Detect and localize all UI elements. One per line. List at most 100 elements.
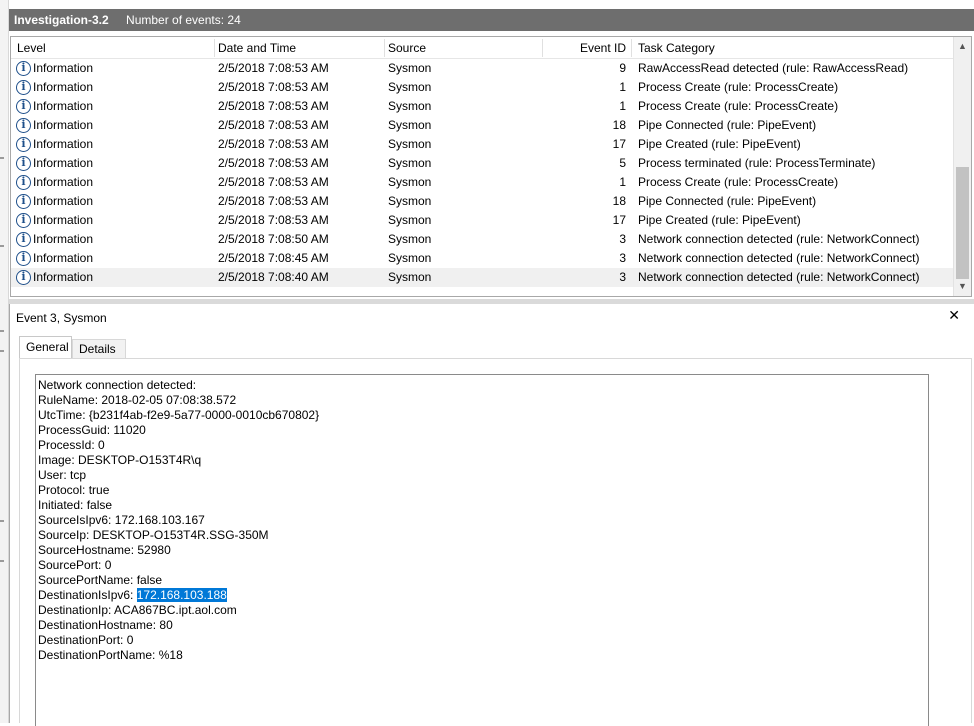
description-text: Initiated: false [38,498,113,512]
event-task-category: Process terminated (rule: ProcessTermina… [638,156,876,170]
event-level: Information [33,251,94,265]
edge-tick [0,330,4,332]
description-text: ProcessId: 0 [38,438,105,452]
event-task-category: Process Create (rule: ProcessCreate) [638,99,839,113]
list-scrollbar[interactable]: ▲ ▼ [953,37,971,296]
event-date: 2/5/2018 7:08:53 AM [218,137,329,151]
description-line: SourceIp: DESKTOP-O153T4R.SSG-350M [38,528,926,543]
log-title: Investigation-3.2 [14,13,109,27]
event-row[interactable]: i Information 2/5/2018 7:08:40 AM Sysmon 3 Ne… [11,268,953,287]
description-text: DestinationIsIpv6: [38,588,137,602]
event-detail-pane: Event 3, Sysmon ✕ General Details Networ… [9,304,974,726]
event-source: Sysmon [388,232,432,246]
event-task-category: Network connection detected (rule: Netwo… [638,251,920,265]
event-description-text[interactable]: Network connection detected: RuleName: 20… [35,374,929,726]
event-row[interactable]: i Information 2/5/2018 7:08:53 AM Sysmon 18 P… [11,116,953,135]
event-date: 2/5/2018 7:08:53 AM [218,80,329,94]
column-header-level[interactable]: Level [17,37,46,59]
event-row[interactable]: i Information 2/5/2018 7:08:53 AM Sysmon 17 P… [11,135,953,154]
event-row[interactable]: i Information 2/5/2018 7:08:53 AM Sysmon 1 Pr… [11,173,953,192]
event-source: Sysmon [388,213,432,227]
description-text: Image: DESKTOP-O153T4R\q [38,453,202,467]
event-level: Information [33,99,94,113]
column-header-source[interactable]: Source [388,37,426,59]
event-date: 2/5/2018 7:08:53 AM [218,61,329,75]
tab-general[interactable]: General [19,336,72,359]
information-icon: i [16,251,31,266]
description-text: SourcePortName: false [38,573,163,587]
information-icon: i [16,99,31,114]
event-level: Information [33,118,94,132]
description-text: SourceIp: DESKTOP-O153T4R.SSG-350M [38,528,269,542]
event-row[interactable]: i Information 2/5/2018 7:08:53 AM Sysmon 18 P… [11,192,953,211]
edge-tick [0,560,4,562]
description-text: Network connection detected: [38,378,197,392]
event-source: Sysmon [388,61,432,75]
column-separator[interactable] [214,39,215,57]
column-separator[interactable] [384,39,385,57]
event-date: 2/5/2018 7:08:53 AM [218,194,329,208]
column-separator[interactable] [631,39,632,57]
description-line: SourcePort: 0 [38,558,926,573]
edge-tick [0,520,4,522]
scroll-thumb[interactable] [956,167,969,279]
description-line: SourceHostname: 52980 [38,543,926,558]
event-source: Sysmon [388,175,432,189]
event-date: 2/5/2018 7:08:53 AM [218,99,329,113]
information-icon: i [16,137,31,152]
event-source: Sysmon [388,156,432,170]
event-date: 2/5/2018 7:08:45 AM [218,251,329,265]
column-header-event-id[interactable]: Event ID [543,37,626,59]
description-text: UtcTime: {b231f4ab-f2e9-5a77-0000-0010cb… [38,408,320,422]
information-icon: i [16,213,31,228]
event-task-category: Pipe Connected (rule: PipeEvent) [638,194,817,208]
column-header-task-category[interactable]: Task Category [638,37,715,59]
information-icon: i [16,80,31,95]
event-task-category: Process Create (rule: ProcessCreate) [638,80,839,94]
tab-details[interactable]: Details [72,339,126,359]
left-window-edge [0,0,9,723]
event-row[interactable]: i Information 2/5/2018 7:08:53 AM Sysmon 17 P… [11,211,953,230]
information-icon: i [16,175,31,190]
description-text: ProcessGuid: 11020 [38,423,146,437]
event-row[interactable]: i Information 2/5/2018 7:08:53 AM Sysmon 5 Pr… [11,154,953,173]
event-row[interactable]: i Information 2/5/2018 7:08:45 AM Sysmon 3 Ne… [11,249,953,268]
event-source: Sysmon [388,270,432,284]
chevron-up-icon[interactable]: ▲ [954,38,971,55]
information-icon: i [16,232,31,247]
event-source: Sysmon [388,80,432,94]
event-date: 2/5/2018 7:08:53 AM [218,118,329,132]
event-row[interactable]: i Information 2/5/2018 7:08:53 AM Sysmon 9 Ra… [11,59,953,78]
information-icon: i [16,194,31,209]
description-line: ProcessId: 0 [38,438,926,453]
event-id: 3 [619,251,626,265]
event-id: 3 [619,270,626,284]
edge-tick [0,350,4,352]
event-task-category: Pipe Created (rule: PipeEvent) [638,213,801,227]
event-id: 1 [619,99,626,113]
event-rows: i Information 2/5/2018 7:08:53 AM Sysmon 9 Ra… [11,59,953,287]
chevron-down-icon[interactable]: ▼ [954,278,971,295]
description-line: SourcePortName: false [38,573,926,588]
edge-tick [0,245,4,247]
event-row[interactable]: i Information 2/5/2018 7:08:53 AM Sysmon 1 Pr… [11,97,953,116]
event-id: 5 [619,156,626,170]
description-line: SourceIsIpv6: 172.168.103.167 [38,513,926,528]
event-id: 1 [619,175,626,189]
column-header-date[interactable]: Date and Time [218,37,296,59]
event-list[interactable]: Level Date and Time Source Event ID Task… [10,36,972,297]
close-icon[interactable]: ✕ [948,307,960,324]
event-id: 9 [619,61,626,75]
selected-text[interactable]: 172.168.103.188 [136,588,227,602]
event-source: Sysmon [388,251,432,265]
event-task-category: Process Create (rule: ProcessCreate) [638,175,839,189]
description-text: DestinationHostname: 80 [38,618,173,632]
event-row[interactable]: i Information 2/5/2018 7:08:50 AM Sysmon 3 Ne… [11,230,953,249]
description-line: Network connection detected: [38,378,926,393]
description-line: DestinationIp: ACA867BC.ipt.aol.com [38,603,926,618]
event-task-category: Pipe Connected (rule: PipeEvent) [638,118,817,132]
event-task-category: Pipe Created (rule: PipeEvent) [638,137,801,151]
event-date: 2/5/2018 7:08:53 AM [218,175,329,189]
information-icon: i [16,270,31,285]
event-row[interactable]: i Information 2/5/2018 7:08:53 AM Sysmon 1 Pr… [11,78,953,97]
